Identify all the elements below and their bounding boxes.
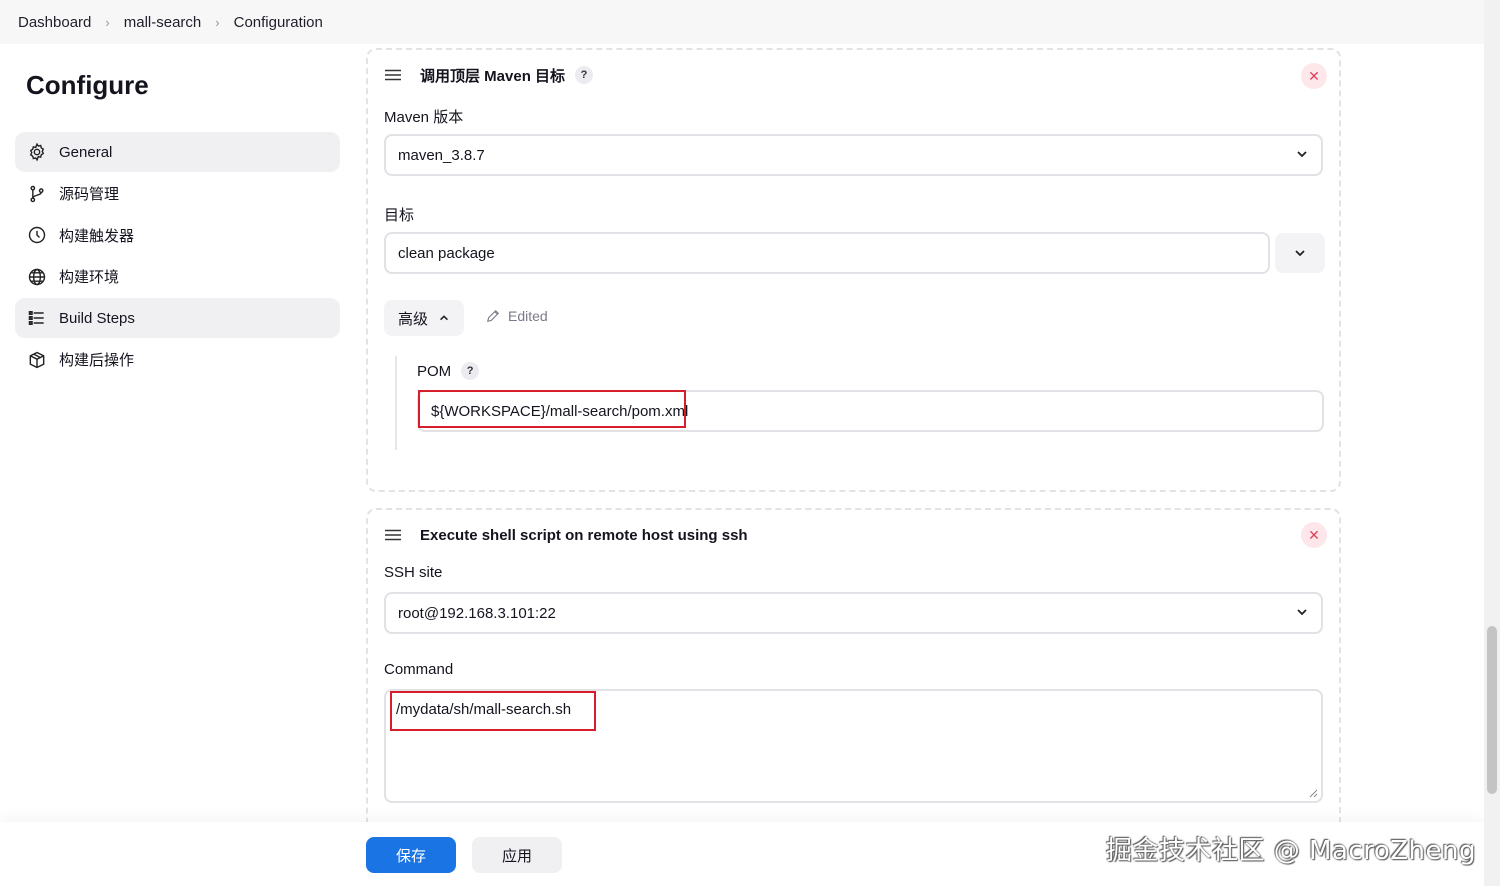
sidebar-item-label: 源码管理: [59, 186, 120, 203]
maven-version-value: maven_3.8.7: [398, 146, 485, 164]
chevron-up-icon: [440, 315, 448, 321]
gear-icon: [27, 142, 47, 162]
ssh-site-label: SSH site: [384, 564, 443, 581]
sidebar-item-label: General: [59, 143, 113, 161]
sidebar-item-environment[interactable]: 构建环境: [15, 257, 340, 297]
ssh-step-title: Execute shell script on remote host usin…: [420, 526, 748, 544]
goals-input[interactable]: clean package: [384, 232, 1270, 274]
chevron-down-icon: [1297, 609, 1307, 616]
breadcrumb-dashboard[interactable]: Dashboard: [18, 14, 91, 31]
sidebar-item-build-steps[interactable]: Build Steps: [15, 298, 340, 338]
goals-value: clean package: [398, 244, 495, 262]
sidebar-item-label: Build Steps: [59, 309, 135, 327]
ssh-site-value: root@192.168.3.101:22: [398, 604, 556, 622]
help-icon[interactable]: ?: [461, 362, 480, 380]
command-label: Command: [384, 661, 454, 678]
sidebar-nav: General 源码管理 构建触发器 构建环境 Build Steps 构建后操…: [15, 132, 340, 381]
page-title: Configure: [26, 70, 149, 100]
sidebar-item-label: 构建后操作: [59, 352, 135, 369]
chevron-right-icon: ›: [105, 14, 110, 30]
maven-step-header: 调用顶层 Maven 目标 ?: [384, 64, 594, 86]
maven-step-panel: 调用顶层 Maven 目标 ? ✕ Maven 版本 maven_3.8.7 目…: [366, 48, 1341, 492]
chevron-right-icon: ›: [215, 14, 220, 30]
goals-label: 目标: [384, 207, 415, 224]
breadcrumb-project[interactable]: mall-search: [124, 14, 202, 31]
page-scrollbar[interactable]: [1484, 0, 1500, 886]
chevron-down-icon: [1297, 151, 1307, 158]
drag-handle-icon[interactable]: [384, 69, 402, 81]
close-icon[interactable]: ✕: [1301, 63, 1327, 89]
edited-indicator: Edited: [486, 308, 548, 324]
ssh-step-header: Execute shell script on remote host usin…: [384, 524, 748, 546]
maven-version-select[interactable]: maven_3.8.7: [384, 134, 1323, 176]
resize-grip-icon[interactable]: [1308, 788, 1318, 798]
branch-icon: [27, 184, 47, 204]
advanced-toggle-button[interactable]: 高级: [384, 300, 464, 336]
globe-icon: [27, 267, 47, 287]
pom-label-row: POM ?: [417, 362, 480, 380]
save-button[interactable]: 保存: [366, 837, 456, 873]
drag-handle-icon[interactable]: [384, 529, 402, 541]
ssh-step-panel: Execute shell script on remote host usin…: [366, 508, 1341, 838]
chevron-down-icon: [1295, 250, 1305, 257]
ssh-site-select[interactable]: root@192.168.3.101:22: [384, 592, 1323, 634]
help-icon[interactable]: ?: [575, 66, 594, 84]
sidebar-item-post-build[interactable]: 构建后操作: [15, 340, 340, 380]
highlight-box: [390, 691, 596, 731]
sidebar-item-scm[interactable]: 源码管理: [15, 174, 340, 214]
apply-button[interactable]: 应用: [472, 837, 562, 873]
sidebar-item-label: 构建触发器: [59, 227, 135, 245]
package-icon: [27, 350, 47, 370]
highlight-box: [418, 390, 686, 428]
scrollbar-thumb[interactable]: [1487, 626, 1497, 794]
maven-version-label: Maven 版本: [384, 109, 464, 126]
breadcrumb: Dashboard › mall-search › Configuration: [0, 0, 1484, 44]
sidebar-item-triggers[interactable]: 构建触发器: [15, 215, 340, 255]
sidebar-item-general[interactable]: General: [15, 132, 340, 172]
watermark: 掘金技术社区 @ MacroZheng: [1106, 836, 1476, 866]
edited-label: Edited: [508, 308, 548, 324]
close-icon[interactable]: ✕: [1301, 522, 1327, 548]
pom-label: POM: [417, 362, 452, 380]
breadcrumb-configuration[interactable]: Configuration: [234, 14, 323, 31]
advanced-section: POM ? ${WORKSPACE}/mall-search/pom.xml: [395, 356, 1324, 450]
clock-icon: [27, 225, 47, 245]
advanced-label: 高级: [398, 310, 429, 328]
pencil-icon: [486, 309, 500, 323]
list-icon: [27, 308, 47, 328]
maven-step-title: 调用顶层 Maven 目标: [420, 67, 566, 85]
sidebar-item-label: 构建环境: [59, 269, 120, 286]
goals-expand-button[interactable]: [1275, 233, 1325, 273]
